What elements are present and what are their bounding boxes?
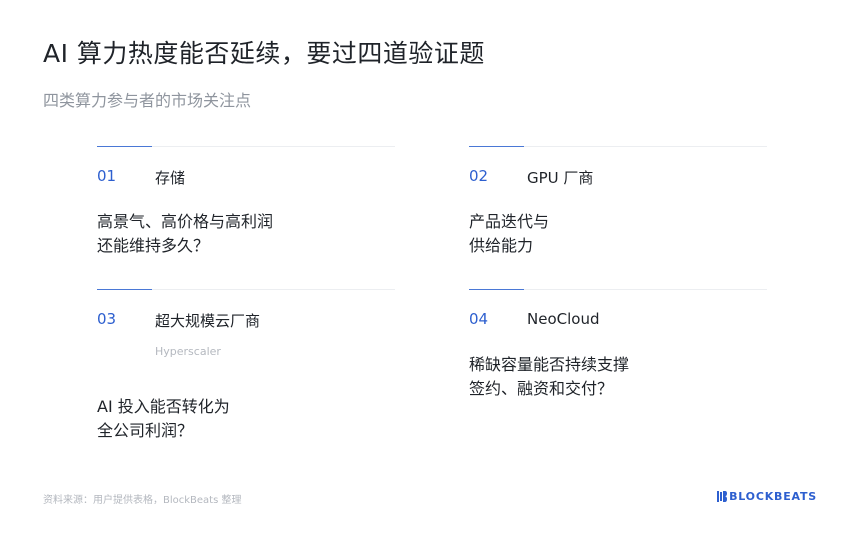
- source-note: 资料来源：用户提供表格，BlockBeats 整理: [43, 495, 242, 506]
- card-storage: 01 存储 高景气、高价格与高利润 还能维持多久？: [97, 146, 395, 276]
- card-accent-line: [469, 146, 524, 147]
- brand-logo: BLOCKBEATS: [717, 490, 817, 503]
- page-subtitle: 四类算力参与者的市场关注点: [43, 91, 252, 110]
- card-neocloud: 04 NeoCloud 稀缺容量能否持续支撑 签约、融资和交付？: [469, 289, 767, 419]
- card-number: 02: [469, 167, 489, 185]
- card-name: 超大规模云厂商: [155, 312, 261, 330]
- card-subname: Hyperscaler: [155, 345, 221, 358]
- card-question-line-1: 高景气、高价格与高利润: [97, 212, 274, 231]
- card-name: 存储: [155, 169, 186, 187]
- card-question-line-2: 全公司利润？: [97, 421, 194, 440]
- card-question-line-1: 稀缺容量能否持续支撑: [469, 355, 630, 374]
- card-question-line-2: 还能维持多久？: [97, 236, 210, 255]
- card-question-line-1: 产品迭代与: [469, 212, 550, 231]
- card-question-line-1: AI 投入能否转化为: [97, 397, 230, 416]
- card-gpu: 02 GPU 厂商 产品迭代与 供给能力: [469, 146, 767, 276]
- card-question-line-2: 供给能力: [469, 236, 534, 255]
- card-name: NeoCloud: [527, 310, 600, 328]
- brand-logo-text: BLOCKBEATS: [729, 490, 817, 503]
- card-number: 04: [469, 310, 489, 328]
- card-accent-line: [97, 146, 152, 147]
- card-number: 03: [97, 310, 117, 328]
- card-number: 01: [97, 167, 117, 185]
- card-accent-line: [97, 289, 152, 290]
- page-title: AI 算力热度能否延续，要过四道验证题: [43, 39, 485, 68]
- blockbeats-logo-icon: [717, 491, 728, 502]
- card-hyperscaler: 03 超大规模云厂商 Hyperscaler AI 投入能否转化为 全公司利润？: [97, 289, 395, 449]
- card-question-line-2: 签约、融资和交付？: [469, 379, 614, 398]
- card-name: GPU 厂商: [527, 169, 594, 187]
- card-accent-line: [469, 289, 524, 290]
